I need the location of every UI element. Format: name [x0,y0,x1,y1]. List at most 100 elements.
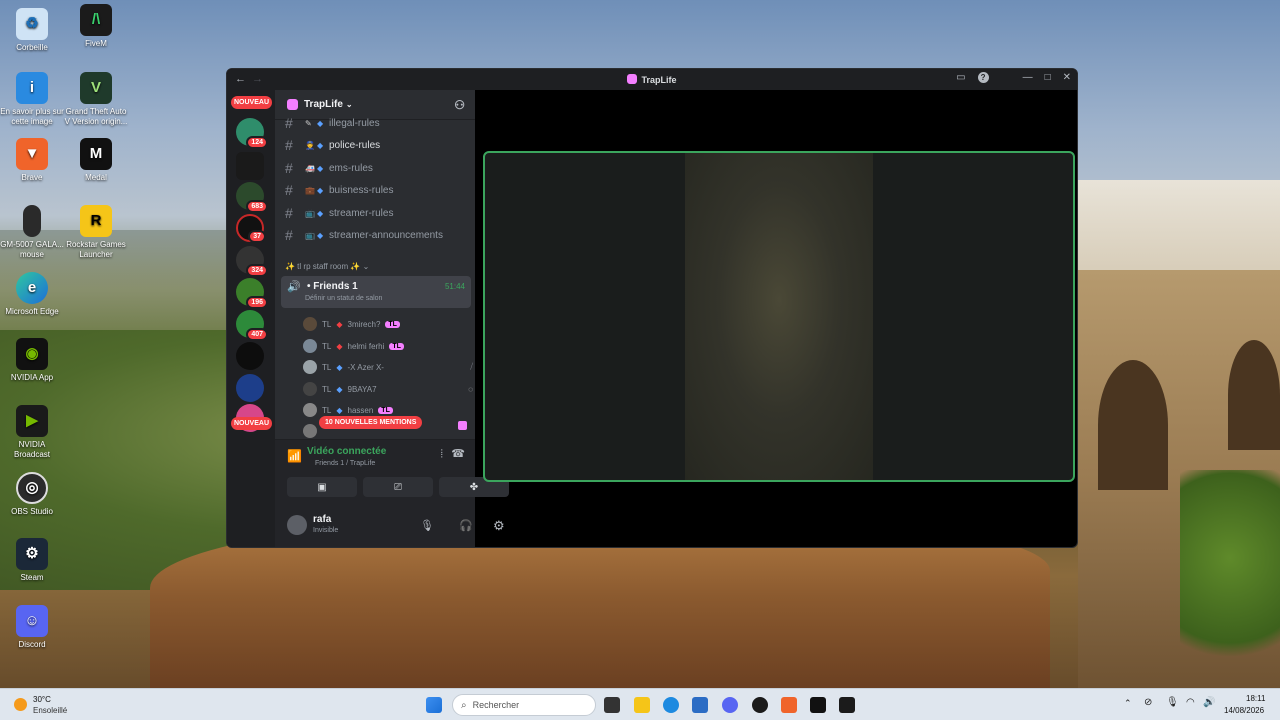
headphones-icon[interactable]: 🎧 [459,519,473,532]
desktop-icon-obs[interactable]: ◎ OBS Studio [0,472,64,517]
desktop-icon-rockstar[interactable]: R Rockstar Games Launcher [64,205,128,260]
maximize-icon[interactable]: □ [1045,72,1051,83]
avatar[interactable] [287,515,307,535]
weather-sun-icon [14,698,27,711]
voice-member[interactable]: TL ◆ helmi ferhi TL [303,339,404,353]
video-feed [685,153,873,480]
medal-icon[interactable] [810,697,826,713]
hashtag-icon: # [285,182,293,198]
dot-icon: ◆ [317,208,324,218]
microphone-icon[interactable]: 🎙 [420,519,434,532]
window-title: TrapLife [227,74,1077,85]
voice-member[interactable]: TL ◆ 9BAYA7 ◌ [303,382,473,396]
new-badge[interactable]: NOUVEAU [231,96,273,109]
clock-time[interactable]: 18:11 [1246,694,1265,703]
file-explorer-icon[interactable] [634,697,650,713]
voice-connection-panel: 📶 Vidéo connectée Friends 1 / TrapLife ⦙… [275,439,509,506]
add-friend-icon[interactable]: ⚇ [454,98,465,112]
channel-illegal-rules[interactable]: # ✎ ◆ illegal-rules [285,115,380,131]
help-icon[interactable]: ? [977,72,989,83]
server-icon[interactable] [236,342,264,370]
noise-suppression-icon[interactable]: ⦙ [441,448,443,461]
channel-buisness-rules[interactable]: # 💼 ◆ buisness-rules [285,182,393,198]
voice-member[interactable]: TL ◆ 3mirech? TL [303,317,400,331]
connection-location[interactable]: Friends 1 / TrapLife [315,460,375,467]
obs-icon: ◎ [16,472,48,504]
channel-ems-rules[interactable]: # 🚑 ◆ ems-rules [285,160,373,176]
ambulance-emoji-icon: 🚑 [305,163,315,173]
obs-icon[interactable] [752,697,768,713]
loading-icon: ◌ [468,384,473,394]
desktop-icon-mouse[interactable]: GM-5007 GALA... mouse [0,205,64,260]
desktop-icon-medal[interactable]: M Medal [64,138,128,183]
edge-icon[interactable] [663,697,679,713]
desktop-icon-discord[interactable]: ☺ Discord [0,605,64,650]
desktop-icon-fivem[interactable]: /\ FiveM [64,4,128,49]
screen-share-button[interactable]: ⎚ [363,477,433,497]
new-badge[interactable]: NOUVEAU [231,417,273,430]
weather-desc[interactable]: Ensoleillé [33,706,67,715]
server-icon[interactable]: 124 [236,118,268,149]
microphone-icon[interactable]: 🎙 [1166,697,1179,708]
bridge-arch [1098,360,1168,490]
gear-icon[interactable]: ⚙ [493,518,505,534]
voice-member[interactable]: TL ◆ -X Azer X- ⧸ [303,360,473,374]
voice-channel-name: Friends 1 [313,281,358,292]
inbox-icon[interactable]: ▭ [956,72,965,83]
channel-status-hint[interactable]: Définir un statut de salon [305,295,382,302]
server-icon[interactable] [236,374,264,402]
server-icon[interactable]: 196 [236,278,268,309]
channel-police-rules[interactable]: # 👮 ◆ police-rules [285,137,380,153]
avatar [303,403,317,417]
desktop-icon-edge[interactable]: e Microsoft Edge [0,272,64,317]
task-view-icon[interactable] [604,697,620,713]
search-box[interactable]: ⌕ Rechercher [452,694,596,716]
network-off-icon[interactable]: ⊘ [1144,697,1152,708]
desktop-icon-gta-v[interactable]: V Grand Theft Auto V Version origin... [64,72,128,127]
desktop-icon-brave[interactable]: ▼ Brave [0,138,64,183]
volume-icon[interactable]: 🔊 [1203,697,1215,708]
avatar [303,424,317,438]
server-icon[interactable]: 324 [236,246,268,277]
voice-timer: 51:44 [444,282,465,291]
weather-temp[interactable]: 30°C [33,695,51,704]
disconnect-icon[interactable]: ☎ [451,447,465,460]
server-icon[interactable] [236,152,264,180]
dot-icon: ◆ [336,341,343,351]
avatar [303,360,317,374]
voice-member[interactable]: TL ◆ hassen TL [303,403,393,417]
clock-date[interactable]: 14/08/2026 [1224,706,1264,715]
server-icon[interactable]: 407 [236,310,268,341]
avatar [303,382,317,396]
speaker-icon: 🔊 [287,281,301,293]
desktop-icon-steam[interactable]: ⚙ Steam [0,538,64,583]
server-icon[interactable]: 683 [236,182,268,213]
chevron-up-icon[interactable]: ⌃ [1124,698,1132,709]
discord-icon[interactable] [722,697,738,713]
window-controls: ▭ ? — □ ✕ [956,72,1071,83]
camera-toggle-button[interactable]: ▣ [287,477,357,497]
wallpaper-trees [1180,470,1280,690]
brave-icon[interactable] [781,697,797,713]
minimize-icon[interactable]: — [1023,72,1033,83]
wifi-icon[interactable]: ◠ [1186,697,1195,708]
start-icon[interactable] [426,697,442,713]
voice-channel-friends-1[interactable]: 🔊 • Friends 1 51:44 Définir un statut de… [281,276,471,308]
steam-icon: ⚙ [16,538,48,570]
close-icon[interactable]: ✕ [1063,72,1071,83]
channel-streamer-rules[interactable]: # 📺 ◆ streamer-rules [285,205,393,221]
server-icon[interactable]: 37 [236,214,266,243]
desktop-icon-recycle-bin[interactable]: ♻ Corbeille [0,8,64,53]
bridge-arch [1228,340,1280,450]
desktop-icon-nvidia-broadcast[interactable]: ▶ NVIDIA Broadcast [0,405,64,460]
info-icon: i [16,72,48,104]
new-mentions-pill[interactable]: 10 NOUVELLES MENTIONS [319,416,423,429]
channel-streamer-announcements[interactable]: # 📺 ◆ streamer-announcements [285,227,443,243]
desktop-icon-nvidia-app[interactable]: ◉ NVIDIA App [0,338,64,383]
video-stage[interactable] [483,151,1075,482]
fivem-icon[interactable] [839,697,855,713]
desktop-icon-spotlight-info[interactable]: i En savoir plus sur cette image [0,72,64,127]
store-icon[interactable] [692,697,708,713]
category-staff-room[interactable]: ✨ tl rp staff room ✨ ⌄ [285,262,369,271]
user-status: Invisible [313,527,339,534]
